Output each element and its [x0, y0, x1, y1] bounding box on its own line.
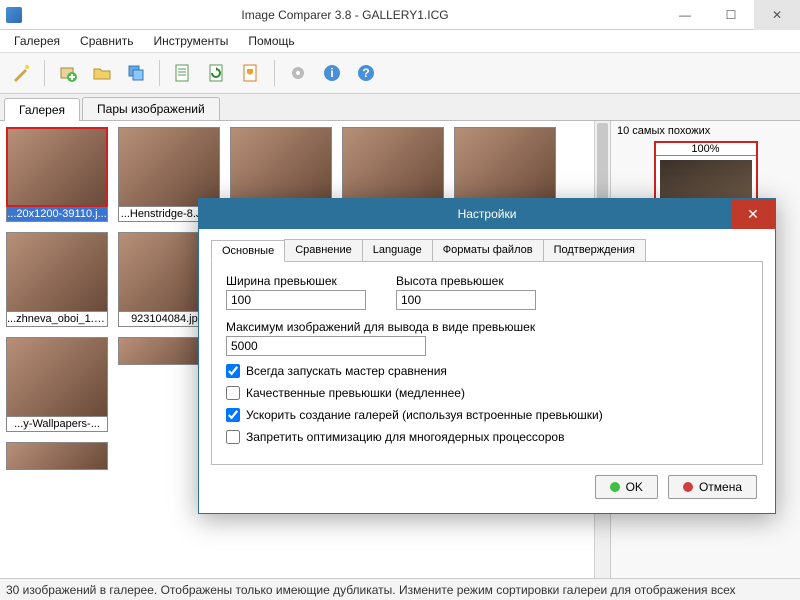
- speedup-label: Ускорить создание галерей (используя вст…: [246, 408, 603, 422]
- stack-icon: [126, 63, 146, 83]
- ok-button[interactable]: OK: [595, 475, 658, 499]
- no-multicore-checkbox[interactable]: [226, 430, 240, 444]
- menubar: Галерея Сравнить Инструменты Помощь: [0, 30, 800, 52]
- always-wizard-checkbox[interactable]: [226, 364, 240, 378]
- thumb-width-input[interactable]: [226, 290, 366, 310]
- dialog-tab-main[interactable]: Основные: [211, 240, 285, 262]
- thumbnail-label: ...20x1200-39110.j...: [6, 207, 108, 222]
- no-multicore-label: Запретить оптимизацию для многоядерных п…: [246, 430, 564, 444]
- question-icon: ?: [356, 63, 376, 83]
- dialog-close-button[interactable]: ✕: [731, 199, 775, 229]
- wizard-button[interactable]: [6, 58, 36, 88]
- dialog-tab-confirm[interactable]: Подтверждения: [543, 239, 646, 261]
- menu-tools[interactable]: Инструменты: [146, 32, 237, 50]
- info-button[interactable]: i: [317, 58, 347, 88]
- info-icon: i: [322, 63, 342, 83]
- thumbnail[interactable]: ...zhneva_oboi_1.jpg: [6, 232, 108, 327]
- minimize-button[interactable]: —: [662, 0, 708, 30]
- svg-text:i: i: [330, 66, 333, 80]
- folder-icon: [92, 63, 112, 83]
- similar-title: 10 самых похожих: [617, 125, 794, 137]
- help-button[interactable]: ?: [351, 58, 381, 88]
- dialog-tab-formats[interactable]: Форматы файлов: [432, 239, 544, 261]
- max-images-label: Максимум изображений для вывода в виде п…: [226, 320, 748, 334]
- refresh-icon: [207, 63, 227, 83]
- thumb-height-input[interactable]: [396, 290, 536, 310]
- thumbnail[interactable]: ...20x1200-39110.j...: [6, 127, 108, 222]
- wand-icon: [11, 63, 31, 83]
- statusbar: 30 изображений в галерее. Отображены тол…: [0, 578, 800, 600]
- window-title: Image Comparer 3.8 - GALLERY1.ICG: [28, 8, 662, 22]
- add-icon: [58, 63, 78, 83]
- dialog-content: Ширина превьюшек Высота превьюшек Максим…: [211, 262, 763, 465]
- thumbnail[interactable]: ...y-Wallpapers-...: [6, 337, 108, 432]
- close-button[interactable]: ✕: [754, 0, 800, 30]
- svg-text:?: ?: [362, 66, 369, 80]
- toolbar: i ?: [0, 52, 800, 94]
- menu-compare[interactable]: Сравнить: [72, 32, 141, 50]
- cancel-dot-icon: [683, 482, 693, 492]
- dialog-title: Настройки: [458, 207, 517, 221]
- always-wizard-label: Всегда запускать мастер сравнения: [246, 364, 447, 378]
- open-button[interactable]: [87, 58, 117, 88]
- quality-thumbs-label: Качественные превьюшки (медленнее): [246, 386, 465, 400]
- dialog-tab-compare[interactable]: Сравнение: [284, 239, 363, 261]
- ok-dot-icon: [610, 482, 620, 492]
- dialog-tabs: Основные Сравнение Language Форматы файл…: [211, 239, 763, 262]
- thumbnail-label: ...y-Wallpapers-...: [6, 417, 108, 432]
- refresh-button[interactable]: [202, 58, 232, 88]
- sheet-run-icon: [173, 63, 193, 83]
- maximize-button[interactable]: ☐: [708, 0, 754, 30]
- thumbnail-label: ...zhneva_oboi_1.jpg: [6, 312, 108, 327]
- tag-icon: [241, 63, 261, 83]
- tab-gallery[interactable]: Галерея: [4, 98, 80, 121]
- titlebar: Image Comparer 3.8 - GALLERY1.ICG — ☐ ✕: [0, 0, 800, 30]
- app-icon: [6, 7, 22, 23]
- speedup-checkbox[interactable]: [226, 408, 240, 422]
- quality-thumbs-checkbox[interactable]: [226, 386, 240, 400]
- settings-dialog: Настройки ✕ Основные Сравнение Language …: [198, 198, 776, 514]
- dialog-tab-language[interactable]: Language: [362, 239, 433, 261]
- thumb-width-label: Ширина превьюшек: [226, 274, 366, 288]
- max-images-input[interactable]: [226, 336, 426, 356]
- thumbnail[interactable]: [6, 442, 108, 470]
- status-text: 30 изображений в галерее. Отображены тол…: [6, 583, 736, 597]
- cancel-button[interactable]: Отмена: [668, 475, 757, 499]
- run-button[interactable]: [168, 58, 198, 88]
- menu-gallery[interactable]: Галерея: [6, 32, 68, 50]
- tab-pairs[interactable]: Пары изображений: [82, 97, 220, 120]
- thumb-height-label: Высота превьюшек: [396, 274, 536, 288]
- gear-icon: [288, 63, 308, 83]
- menu-help[interactable]: Помощь: [240, 32, 302, 50]
- dialog-titlebar[interactable]: Настройки ✕: [199, 199, 775, 229]
- main-tabs: Галерея Пары изображений: [0, 94, 800, 120]
- add-button[interactable]: [53, 58, 83, 88]
- gallery-set-button[interactable]: [121, 58, 151, 88]
- tag-button[interactable]: [236, 58, 266, 88]
- similarity-percent: 100%: [656, 143, 756, 156]
- settings-button[interactable]: [283, 58, 313, 88]
